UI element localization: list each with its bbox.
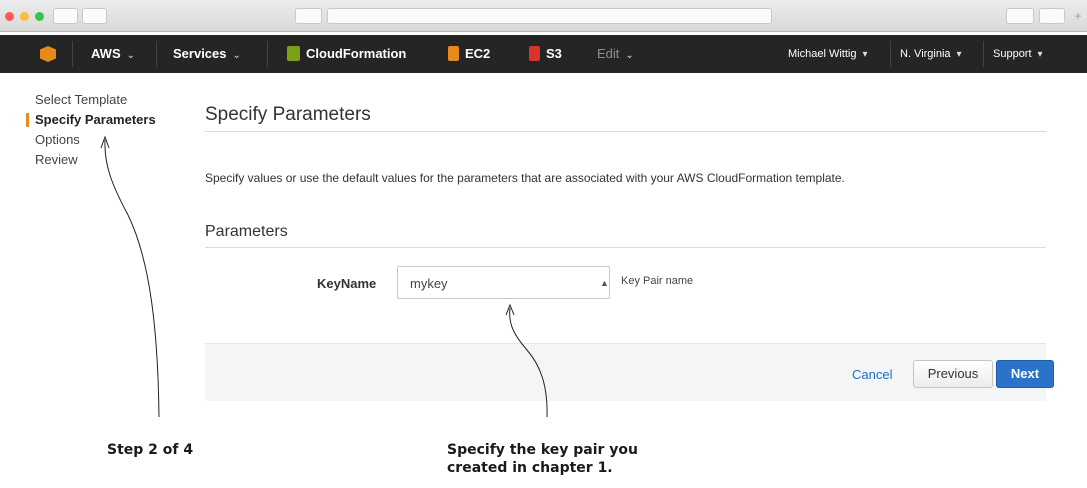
keyname-hint: Key Pair name bbox=[621, 275, 694, 287]
page-description: Specify values or use the default values… bbox=[205, 171, 845, 185]
account-menu[interactable]: Michael Wittig ▾ bbox=[788, 35, 868, 73]
share-button[interactable] bbox=[1006, 8, 1034, 24]
aws-console-nav: AWS ⌄ Services ⌄ CloudFormation EC2 S3 Edi… bbox=[0, 35, 1087, 73]
region-name: N. Virginia bbox=[900, 48, 951, 60]
account-name: Michael Wittig bbox=[788, 48, 857, 60]
select-arrows-icon: ▲ bbox=[600, 278, 609, 288]
cloudformation-label: CloudFormation bbox=[306, 46, 407, 61]
step-options[interactable]: Options bbox=[26, 130, 156, 150]
s3-icon bbox=[529, 46, 540, 61]
keyname-value: mykey bbox=[410, 276, 448, 291]
wizard-steps: Select Template Specify Parameters Optio… bbox=[26, 90, 156, 170]
services-menu[interactable]: Services ⌄ bbox=[173, 35, 241, 73]
next-button[interactable]: Next bbox=[996, 360, 1054, 388]
step-callout: Step 2 of 4 bbox=[107, 442, 194, 458]
callout-arrows bbox=[100, 135, 548, 418]
keypair-callout-arrowhead bbox=[505, 303, 515, 316]
edit-menu-label: Edit bbox=[597, 46, 620, 61]
step-select-template[interactable]: Select Template bbox=[26, 90, 156, 110]
cancel-link[interactable]: Cancel bbox=[852, 367, 892, 382]
keypair-callout-line-2: created in chapter 1. bbox=[447, 460, 613, 476]
browser-toolbar: + bbox=[0, 0, 1087, 32]
step-callout-arrow bbox=[104, 139, 160, 418]
chevron-down-icon: ⌄ bbox=[232, 50, 241, 61]
chevron-down-icon: ⌄ bbox=[625, 50, 634, 61]
cloudformation-shortcut[interactable]: CloudFormation bbox=[287, 35, 406, 73]
tabs-button[interactable] bbox=[1039, 8, 1065, 24]
step-review[interactable]: Review bbox=[26, 150, 156, 170]
nav-divider bbox=[890, 41, 891, 67]
services-menu-label: Services bbox=[173, 46, 227, 61]
aws-menu-label: AWS bbox=[91, 46, 121, 61]
keypair-callout-line-1: Specify the key pair you bbox=[447, 442, 639, 458]
region-menu[interactable]: N. Virginia ▾ bbox=[900, 35, 962, 73]
aws-logo-icon[interactable] bbox=[40, 46, 56, 62]
s3-shortcut[interactable]: S3 bbox=[529, 35, 562, 73]
aws-menu[interactable]: AWS ⌄ bbox=[91, 35, 135, 73]
ec2-icon bbox=[448, 46, 459, 61]
chevron-down-icon: ▾ bbox=[862, 49, 868, 60]
ec2-shortcut[interactable]: EC2 bbox=[448, 35, 490, 73]
step-specify-parameters[interactable]: Specify Parameters bbox=[26, 110, 156, 130]
previous-button[interactable]: Previous bbox=[913, 360, 993, 388]
chevron-down-icon: ▾ bbox=[1037, 49, 1043, 60]
edit-menu[interactable]: Edit ⌄ bbox=[597, 35, 634, 73]
title-divider bbox=[205, 131, 1046, 132]
keyname-label: KeyName bbox=[317, 276, 377, 291]
new-tab-icon[interactable]: + bbox=[1071, 8, 1085, 24]
support-menu[interactable]: Support ▾ bbox=[993, 35, 1043, 73]
parameters-divider bbox=[205, 247, 1046, 248]
address-bar[interactable] bbox=[327, 8, 772, 24]
cloudformation-icon bbox=[287, 46, 300, 61]
nav-divider bbox=[983, 41, 984, 67]
chevron-down-icon: ⌄ bbox=[126, 50, 136, 61]
chevron-down-icon: ▾ bbox=[956, 49, 962, 60]
nav-divider bbox=[267, 41, 268, 67]
keypair-callout: Specify the key pair you created in chap… bbox=[447, 441, 638, 477]
forward-button[interactable] bbox=[82, 8, 107, 24]
close-window-button[interactable] bbox=[5, 12, 14, 21]
support-label: Support bbox=[993, 48, 1032, 60]
s3-label: S3 bbox=[546, 46, 562, 61]
page-title: Specify Parameters bbox=[205, 104, 371, 125]
keyname-select[interactable]: mykey ▲ bbox=[397, 266, 610, 299]
ec2-label: EC2 bbox=[465, 46, 491, 61]
zoom-window-button[interactable] bbox=[35, 12, 44, 21]
minimize-window-button[interactable] bbox=[20, 12, 29, 21]
nav-divider bbox=[72, 41, 73, 67]
parameters-heading: Parameters bbox=[205, 223, 288, 240]
back-button[interactable] bbox=[53, 8, 78, 24]
sidebar-toggle-button[interactable] bbox=[295, 8, 322, 24]
nav-divider bbox=[156, 41, 157, 67]
